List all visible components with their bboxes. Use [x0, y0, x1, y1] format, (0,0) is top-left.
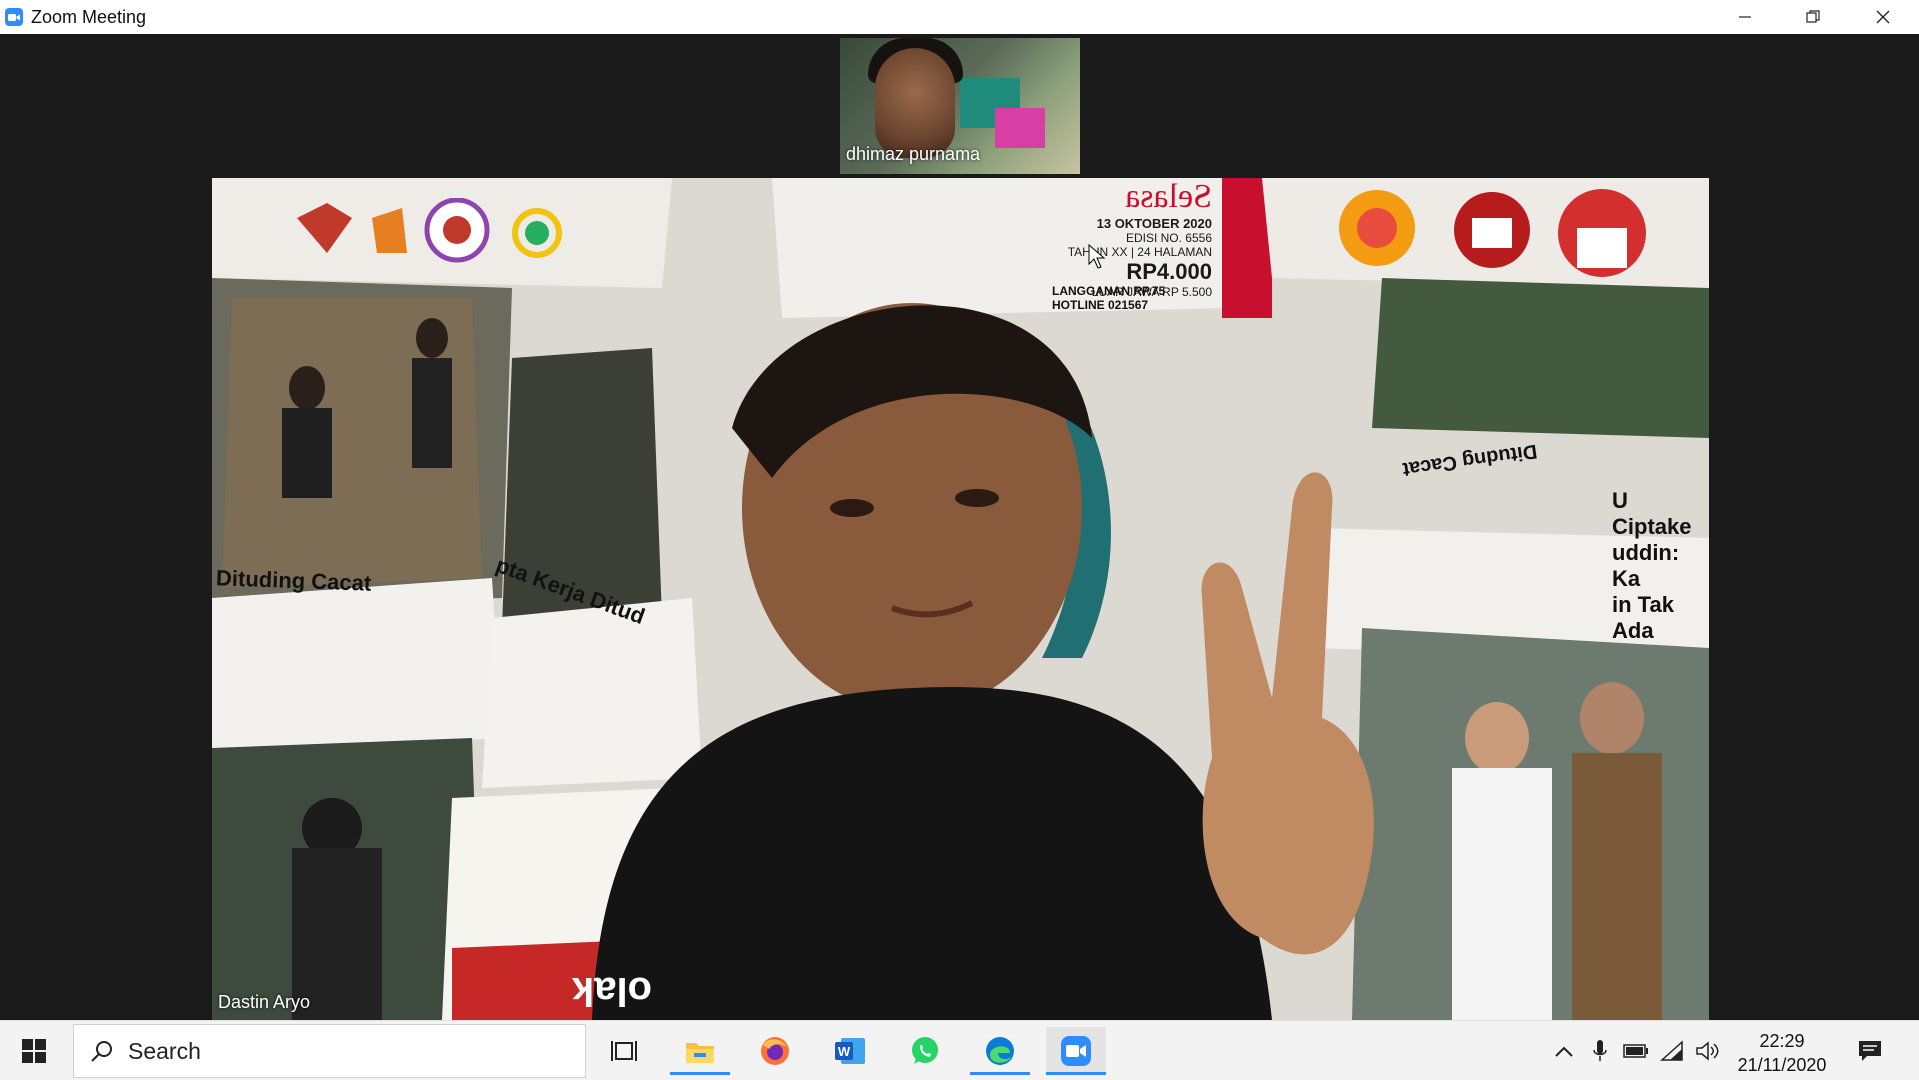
mouse-cursor-icon: [1088, 244, 1106, 269]
wifi-icon: [1660, 1040, 1683, 1061]
battery-button[interactable]: [1622, 1037, 1650, 1065]
svg-text:W: W: [838, 1044, 851, 1059]
hotline-text: HOTLINE 021567: [1052, 298, 1149, 312]
newspaper-subscription: LANGGANAN RP.75 HOTLINE 021567: [1052, 284, 1165, 312]
task-view-icon: [611, 1041, 637, 1061]
show-hidden-icons-button[interactable]: [1550, 1037, 1578, 1065]
headline-left: Dituding Cacat: [215, 565, 372, 596]
chevron-up-icon: [1555, 1046, 1573, 1057]
microphone-button[interactable]: [1586, 1037, 1614, 1065]
phoenix-logo: [1339, 190, 1415, 266]
newspaper-edition: EDISI NO. 6556: [1125, 231, 1212, 245]
search-placeholder: Search: [128, 1037, 201, 1064]
battery-icon: [1623, 1044, 1648, 1058]
close-button[interactable]: [1848, 0, 1918, 34]
clock-time: 22:29: [1759, 1031, 1805, 1051]
title-bar: Zoom Meeting: [0, 0, 1919, 34]
word-button[interactable]: W: [820, 1027, 880, 1075]
zoom-icon: [1061, 1036, 1091, 1066]
whatsapp-icon: [912, 1037, 938, 1064]
taskbar-clock[interactable]: 22:29 21/11/2020: [1722, 1029, 1842, 1077]
taskbar-search-box[interactable]: Search: [73, 1024, 586, 1078]
taskbar: Search W 22:29 21/11/2020: [0, 1020, 1919, 1080]
newspaper-price: RP4.000: [1126, 259, 1212, 284]
newspaper-day: Selasa: [1125, 178, 1212, 215]
volume-button[interactable]: [1694, 1037, 1722, 1065]
logos-right: [1339, 189, 1646, 277]
clock-date: 21/11/2020: [1737, 1055, 1827, 1075]
minimize-icon: [1739, 16, 1751, 18]
search-icon: [91, 1041, 112, 1062]
edge-icon: [986, 1037, 1014, 1065]
start-button[interactable]: [16, 1035, 52, 1067]
edge-button[interactable]: [970, 1027, 1030, 1075]
rpl-logo: [297, 203, 352, 253]
rainbow-logo: [512, 208, 562, 258]
whatsapp-button[interactable]: [895, 1027, 955, 1075]
meeting-area: dhimaz purnama Selasa 13 OKTOBER 2020 ED…: [0, 34, 1919, 1020]
logos-left: [297, 198, 562, 263]
file-explorer-icon: [686, 1043, 714, 1063]
subscription-text: LANGGANAN RP.75: [1052, 284, 1166, 298]
headline-right-line-2: uddin: Ka: [1612, 540, 1680, 591]
headline-right: U Ciptake uddin: Ka in Tak Ada: [1612, 488, 1709, 644]
newspaper-year-pages: TAHUN XX | 24 HALAMAN: [1067, 245, 1212, 259]
action-center-button[interactable]: [1856, 1037, 1884, 1065]
notification-icon: [1859, 1041, 1881, 1061]
microphone-icon: [1593, 1040, 1607, 1061]
windows-icon: [22, 1039, 46, 1063]
zoom-taskbar-button[interactable]: [1046, 1027, 1106, 1075]
file-explorer-button[interactable]: [670, 1027, 730, 1075]
orange-logo: [372, 208, 407, 253]
thumbnail-participant-name: dhimaz purnama: [846, 144, 981, 164]
wifi-button[interactable]: [1658, 1037, 1686, 1065]
thumb-face: [875, 48, 955, 158]
circle-logo: [424, 198, 490, 263]
headline-right-line-1: U Ciptake: [1612, 488, 1692, 539]
task-view-button[interactable]: [594, 1027, 654, 1075]
newspaper-date: 13 OKTOBER 2020: [1096, 216, 1212, 231]
participant-thumbnail[interactable]: dhimaz purnama: [840, 38, 1080, 174]
volume-icon: [1696, 1041, 1719, 1061]
thumb-background-object: [995, 108, 1045, 148]
active-speaker-name: Dastin Aryo: [218, 992, 311, 1012]
university-logo-small: [1454, 192, 1530, 268]
word-icon: W: [835, 1038, 865, 1064]
university-logo-large: [1558, 189, 1646, 277]
zoom-app-icon: [5, 8, 23, 26]
active-speaker-video[interactable]: Selasa 13 OKTOBER 2020 EDISI NO. 6556 TA…: [212, 178, 1709, 1020]
red-banner-text: olak: [572, 969, 653, 1013]
firefox-button[interactable]: [745, 1027, 805, 1075]
firefox-icon: [761, 1037, 789, 1065]
close-icon: [1876, 10, 1890, 24]
window-title: Zoom Meeting: [31, 6, 147, 27]
restore-button[interactable]: [1778, 0, 1848, 34]
restore-icon: [1806, 10, 1820, 23]
minimize-button[interactable]: [1710, 0, 1780, 34]
headline-right-line-3: in Tak Ada: [1612, 592, 1674, 643]
